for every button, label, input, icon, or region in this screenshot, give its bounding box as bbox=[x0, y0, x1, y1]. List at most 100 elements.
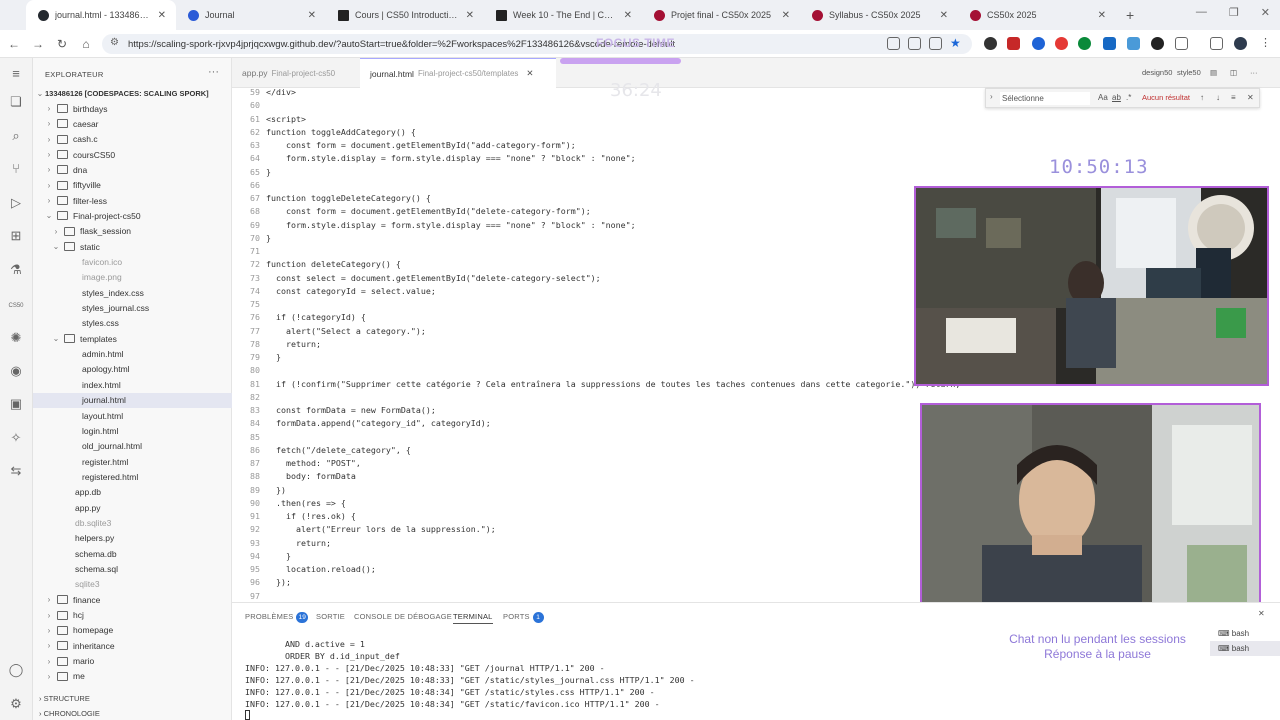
find-input[interactable]: Sélectionne bbox=[1000, 92, 1090, 105]
menu-icon[interactable]: ⋮ bbox=[1260, 37, 1273, 50]
close-icon[interactable]: ✕ bbox=[466, 10, 474, 21]
forward-icon[interactable]: → bbox=[26, 37, 50, 51]
extension-icon[interactable] bbox=[1103, 37, 1116, 50]
remote-icon[interactable]: ⇆ bbox=[8, 463, 24, 479]
box-icon[interactable]: ▣ bbox=[8, 396, 24, 412]
tree-item[interactable]: helpers.py bbox=[33, 531, 232, 546]
split-editor-icon[interactable]: ◫ bbox=[1230, 68, 1237, 77]
tree-item[interactable]: old_journal.html bbox=[33, 439, 232, 454]
tree-item[interactable]: db.sqlite3 bbox=[33, 515, 232, 530]
tree-item[interactable]: › filter-less bbox=[33, 193, 232, 208]
explorer-icon[interactable]: ❏ bbox=[8, 94, 24, 110]
list-icon[interactable]: ≡ bbox=[1231, 93, 1236, 102]
regex-toggle[interactable]: .* bbox=[1126, 93, 1131, 102]
tree-item[interactable]: app.py bbox=[33, 500, 232, 515]
tab-debug-console[interactable]: CONSOLE DE DÉBOGAGE bbox=[354, 612, 452, 621]
brain-icon[interactable]: ✺ bbox=[8, 330, 24, 346]
extension-icon[interactable] bbox=[1078, 37, 1091, 50]
extension-icon[interactable] bbox=[984, 37, 997, 50]
tree-item[interactable]: › hcj bbox=[33, 608, 232, 623]
tree-item[interactable]: › finance bbox=[33, 592, 232, 607]
browser-tab[interactable]: Week 10 - The End | CS50x 2025 ✕ bbox=[484, 0, 642, 30]
close-window-icon[interactable]: ✕ bbox=[1261, 6, 1270, 19]
tree-item[interactable]: registered.html bbox=[33, 469, 232, 484]
extension-icon[interactable] bbox=[1007, 37, 1020, 50]
download-icon[interactable] bbox=[1210, 37, 1223, 50]
maximize-icon[interactable]: ❐ bbox=[1229, 6, 1239, 19]
browser-tab[interactable]: Syllabus - CS50x 2025 ✕ bbox=[800, 0, 958, 30]
extensions-puzzle-icon[interactable] bbox=[1175, 37, 1188, 50]
browser-tab[interactable]: Projet final - CS50x 2025 ✕ bbox=[642, 0, 800, 30]
preview-icon[interactable]: ▤ bbox=[1210, 68, 1217, 77]
more-actions-icon[interactable]: ··· bbox=[208, 66, 219, 78]
close-icon[interactable]: ✕ bbox=[1247, 93, 1254, 102]
browser-tab[interactable]: CS50x 2025 ✕ bbox=[958, 0, 1116, 30]
bookmark-star-icon[interactable]: ★ bbox=[950, 37, 963, 50]
cs50-icon[interactable]: CS50 bbox=[8, 298, 24, 314]
close-icon[interactable]: ✕ bbox=[158, 10, 166, 21]
tab-ports[interactable]: PORTS 1 bbox=[503, 612, 544, 623]
tree-item[interactable]: schema.sql bbox=[33, 562, 232, 577]
tab-app-py[interactable]: app.py Final-project-cs50 bbox=[232, 58, 358, 88]
match-word-toggle[interactable]: ab bbox=[1112, 93, 1121, 102]
browser-tab[interactable]: Cours | CS50 Introduction à l'info ✕ bbox=[326, 0, 484, 30]
tree-item[interactable]: ⌄ static bbox=[33, 239, 232, 254]
match-case-toggle[interactable]: Aa bbox=[1098, 93, 1108, 102]
tree-item[interactable]: image.png bbox=[33, 270, 232, 285]
more-actions-icon[interactable]: ··· bbox=[1250, 68, 1258, 77]
terminal-item[interactable]: ⌨ bash bbox=[1210, 641, 1280, 656]
tree-item[interactable]: register.html bbox=[33, 454, 232, 469]
page-icon[interactable] bbox=[908, 37, 921, 50]
close-icon[interactable]: ✕ bbox=[308, 10, 316, 21]
tree-item[interactable]: admin.html bbox=[33, 347, 232, 362]
tree-item[interactable]: styles_journal.css bbox=[33, 301, 232, 316]
tree-item[interactable]: styles.css bbox=[33, 316, 232, 331]
url-field[interactable]: ⚙ https://scaling-spork-rjxvp4jprjqcxwgw… bbox=[102, 34, 972, 54]
home-icon[interactable]: ⌂ bbox=[74, 37, 98, 51]
extension-icon[interactable] bbox=[1151, 37, 1164, 50]
python-icon[interactable]: ✧ bbox=[8, 430, 24, 446]
tree-item[interactable]: app.db bbox=[33, 485, 232, 500]
tab-journal-html[interactable]: journal.html Final-project-cs50/template… bbox=[360, 58, 556, 88]
tree-item[interactable]: › birthdays bbox=[33, 101, 232, 116]
close-icon[interactable]: ✕ bbox=[1258, 609, 1265, 618]
github-icon[interactable]: ◉ bbox=[8, 363, 24, 379]
tree-item[interactable]: schema.db bbox=[33, 546, 232, 561]
back-icon[interactable]: ← bbox=[2, 37, 26, 51]
tree-item[interactable]: sqlite3 bbox=[33, 577, 232, 592]
reload-icon[interactable]: ↻ bbox=[50, 37, 74, 51]
tree-item[interactable]: › fiftyville bbox=[33, 178, 232, 193]
design50-button[interactable]: design50 bbox=[1142, 68, 1172, 77]
tree-item[interactable]: › coursCS50 bbox=[33, 147, 232, 162]
arrow-up-icon[interactable]: ↑ bbox=[1200, 93, 1204, 102]
tree-item[interactable]: styles_index.css bbox=[33, 285, 232, 300]
terminal-item[interactable]: ⌨ bash bbox=[1210, 626, 1280, 641]
tree-item[interactable]: login.html bbox=[33, 423, 232, 438]
tab-output[interactable]: SORTIE bbox=[316, 612, 345, 621]
tree-item[interactable]: favicon.ico bbox=[33, 255, 232, 270]
tab-problems[interactable]: PROBLÈMES 19 bbox=[245, 612, 309, 623]
extension-icon[interactable] bbox=[1127, 37, 1140, 50]
source-control-icon[interactable]: ⑂ bbox=[8, 161, 24, 177]
avatar[interactable] bbox=[1234, 37, 1247, 50]
tree-item[interactable]: › dna bbox=[33, 162, 232, 177]
chevron-right-icon[interactable]: › bbox=[990, 92, 993, 101]
arrow-down-icon[interactable]: ↓ bbox=[1216, 93, 1220, 102]
close-icon[interactable]: ✕ bbox=[782, 10, 790, 21]
minimize-icon[interactable]: — bbox=[1196, 6, 1207, 19]
account-icon[interactable]: ◯ bbox=[8, 662, 24, 678]
tab-terminal[interactable]: TERMINAL bbox=[453, 612, 493, 624]
close-icon[interactable]: ✕ bbox=[1098, 10, 1106, 21]
tree-item[interactable]: layout.html bbox=[33, 408, 232, 423]
screenshot-icon[interactable] bbox=[929, 37, 942, 50]
extensions-icon[interactable]: ⊞ bbox=[8, 228, 24, 244]
close-icon[interactable]: ✕ bbox=[526, 68, 533, 79]
timeline-section[interactable]: › CHRONOLOGIE bbox=[39, 709, 100, 718]
settings-gear-icon[interactable]: ⚙ bbox=[8, 696, 24, 712]
extension-icon[interactable] bbox=[1032, 37, 1045, 50]
tree-item[interactable]: › homepage bbox=[33, 623, 232, 638]
tree-item[interactable]: › cash.c bbox=[33, 132, 232, 147]
outline-section[interactable]: › STRUCTURE bbox=[39, 694, 90, 703]
tree-item[interactable]: › inheritance bbox=[33, 638, 232, 653]
tree-item[interactable]: journal.html bbox=[33, 392, 232, 408]
